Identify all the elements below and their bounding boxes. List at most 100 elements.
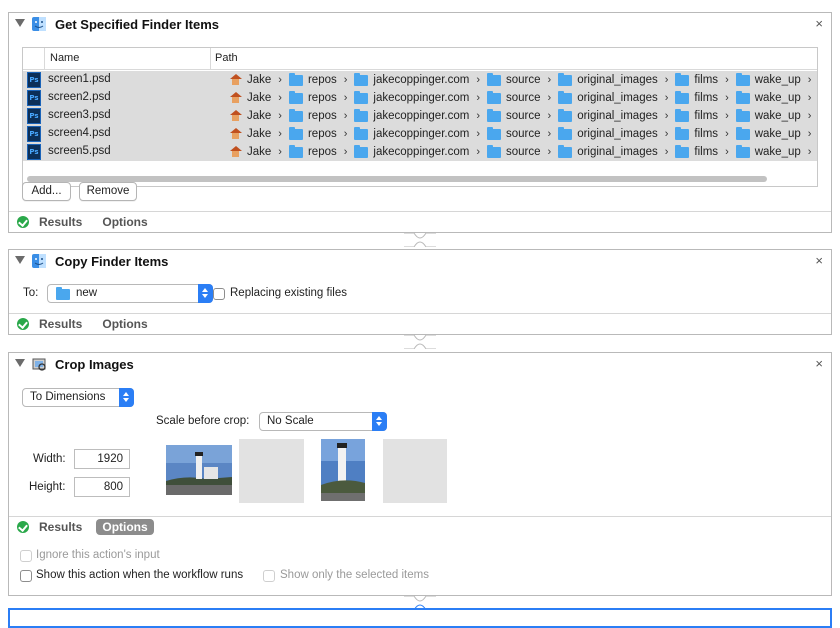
path-segment-label: original_images — [577, 146, 658, 158]
path-segment: original_images — [558, 126, 658, 140]
folder-icon — [675, 90, 690, 104]
chevron-right-icon: › — [343, 146, 348, 158]
path-segment: source — [487, 90, 541, 104]
finder-icon — [32, 17, 46, 31]
ignore-input-checkbox[interactable] — [20, 550, 32, 562]
chevron-right-icon: › — [807, 128, 812, 140]
chevron-right-icon: › — [664, 92, 669, 104]
action-header: Crop Images × — [9, 353, 831, 377]
folder-icon — [354, 90, 369, 104]
home-folder-icon — [229, 146, 242, 158]
action-copy-finder-items: Copy Finder Items × To: new Replacing ex… — [8, 249, 832, 335]
folder-icon — [675, 108, 690, 122]
show-action-checkbox[interactable] — [20, 570, 32, 582]
folder-icon — [487, 108, 501, 122]
chevron-right-icon: › — [476, 110, 480, 122]
file-path: Jake › repos › jakecoppinger.com › source › orig… — [229, 108, 817, 124]
path-segment-label: repos — [307, 128, 337, 140]
finder-items-table[interactable]: Name Path Ps screen1.psd Jake › repos › jakeco… — [22, 47, 818, 187]
folder-icon — [487, 72, 501, 86]
width-input[interactable]: 1920 — [74, 449, 130, 469]
path-segment: Jake — [229, 74, 271, 86]
table-row[interactable]: Ps screen5.psd Jake › repos › jakecoppinger.co… — [23, 143, 817, 161]
path-segment: films — [675, 90, 719, 104]
options-button[interactable]: Options — [96, 316, 153, 332]
destination-select[interactable]: new — [47, 284, 213, 303]
results-button[interactable]: Results — [39, 519, 88, 535]
photoshop-file-icon: Ps — [27, 90, 41, 106]
file-name: screen3.psd — [48, 109, 111, 121]
path-segment: wake_up — [735, 90, 801, 104]
disclosure-triangle-icon[interactable] — [15, 256, 25, 264]
home-folder-icon — [229, 110, 242, 122]
folder-icon — [675, 126, 690, 140]
remove-button[interactable]: Remove — [79, 182, 137, 201]
folder-icon — [56, 287, 70, 300]
table-header: Name Path — [23, 48, 817, 70]
file-name: screen5.psd — [48, 145, 111, 157]
disclosure-triangle-icon[interactable] — [15, 19, 25, 27]
destination-value: new — [76, 287, 98, 299]
options-button[interactable]: Options — [96, 214, 153, 230]
action-footer: Results Options — [17, 213, 162, 231]
column-header-path[interactable]: Path — [215, 52, 238, 64]
action-next-selected[interactable] — [8, 608, 832, 628]
chevron-right-icon: › — [278, 110, 282, 122]
close-icon[interactable]: × — [815, 16, 823, 31]
show-selected-checkbox[interactable] — [263, 570, 275, 582]
replace-existing-label: Replacing existing files — [230, 287, 347, 299]
footer-divider — [9, 313, 831, 314]
column-header-name[interactable]: Name — [50, 52, 79, 64]
path-segment-label: films — [694, 92, 719, 104]
portrait-crop-placeholder — [383, 439, 447, 503]
table-row[interactable]: Ps screen2.psd Jake › repos › jakecoppinger.co… — [23, 89, 817, 107]
replace-existing-checkbox[interactable] — [213, 288, 225, 300]
table-row[interactable]: Ps screen1.psd Jake › repos › jakecoppinger.co… — [23, 71, 817, 89]
path-segment-label: wake_up — [754, 146, 801, 158]
chevron-right-icon: › — [547, 110, 552, 122]
landscape-crop-placeholder — [239, 439, 304, 503]
folder-icon — [735, 72, 750, 86]
preview-app-icon — [32, 358, 46, 371]
scale-select[interactable]: No Scale — [259, 412, 387, 431]
path-segment: films — [675, 144, 718, 158]
folder-icon — [354, 126, 369, 140]
path-segment-label: source — [506, 128, 541, 140]
disclosure-triangle-icon[interactable] — [15, 359, 25, 367]
chevron-right-icon: › — [547, 146, 552, 158]
crop-mode-select[interactable]: To Dimensions — [22, 388, 134, 407]
path-segment: jakecoppinger.com — [354, 126, 469, 140]
path-segment-label: jakecoppinger.com — [373, 110, 470, 122]
column-separator — [210, 48, 211, 70]
options-button[interactable]: Options — [96, 519, 154, 535]
close-icon[interactable]: × — [815, 356, 823, 371]
path-segment-label: original_images — [577, 110, 658, 122]
folder-icon — [288, 144, 303, 158]
popup-arrows-icon — [198, 284, 213, 303]
action-title: Crop Images — [55, 357, 134, 372]
results-button[interactable]: Results — [39, 316, 88, 332]
file-name: screen2.psd — [48, 91, 111, 103]
path-segment-label: wake_up — [754, 74, 801, 86]
table-row[interactable]: Ps screen4.psd Jake › repos › jakecoppinger.co… — [23, 125, 817, 143]
path-segment-label: source — [506, 110, 541, 122]
path-segment-label: wake_up — [754, 92, 801, 104]
photoshop-file-icon: Ps — [27, 72, 41, 88]
scale-value: No Scale — [267, 415, 314, 427]
path-segment-label: films — [694, 74, 719, 86]
horizontal-scrollbar[interactable] — [27, 176, 767, 182]
results-button[interactable]: Results — [39, 214, 88, 230]
close-icon[interactable]: × — [815, 253, 823, 268]
add-button[interactable]: Add... — [22, 182, 71, 201]
path-segment-label: repos — [307, 74, 337, 86]
path-segment: original_images — [558, 144, 658, 158]
chevron-right-icon: › — [343, 128, 348, 140]
table-row[interactable]: Ps screen3.psd Jake › repos › jakecoppinger.co… — [23, 107, 817, 125]
path-segment: Jake — [229, 110, 271, 122]
folder-icon — [487, 144, 501, 158]
popup-arrows-icon — [372, 412, 387, 431]
height-input[interactable]: 800 — [74, 477, 130, 497]
folder-icon — [735, 108, 750, 122]
path-segment-label: Jake — [247, 110, 272, 122]
chevron-right-icon: › — [343, 110, 348, 122]
